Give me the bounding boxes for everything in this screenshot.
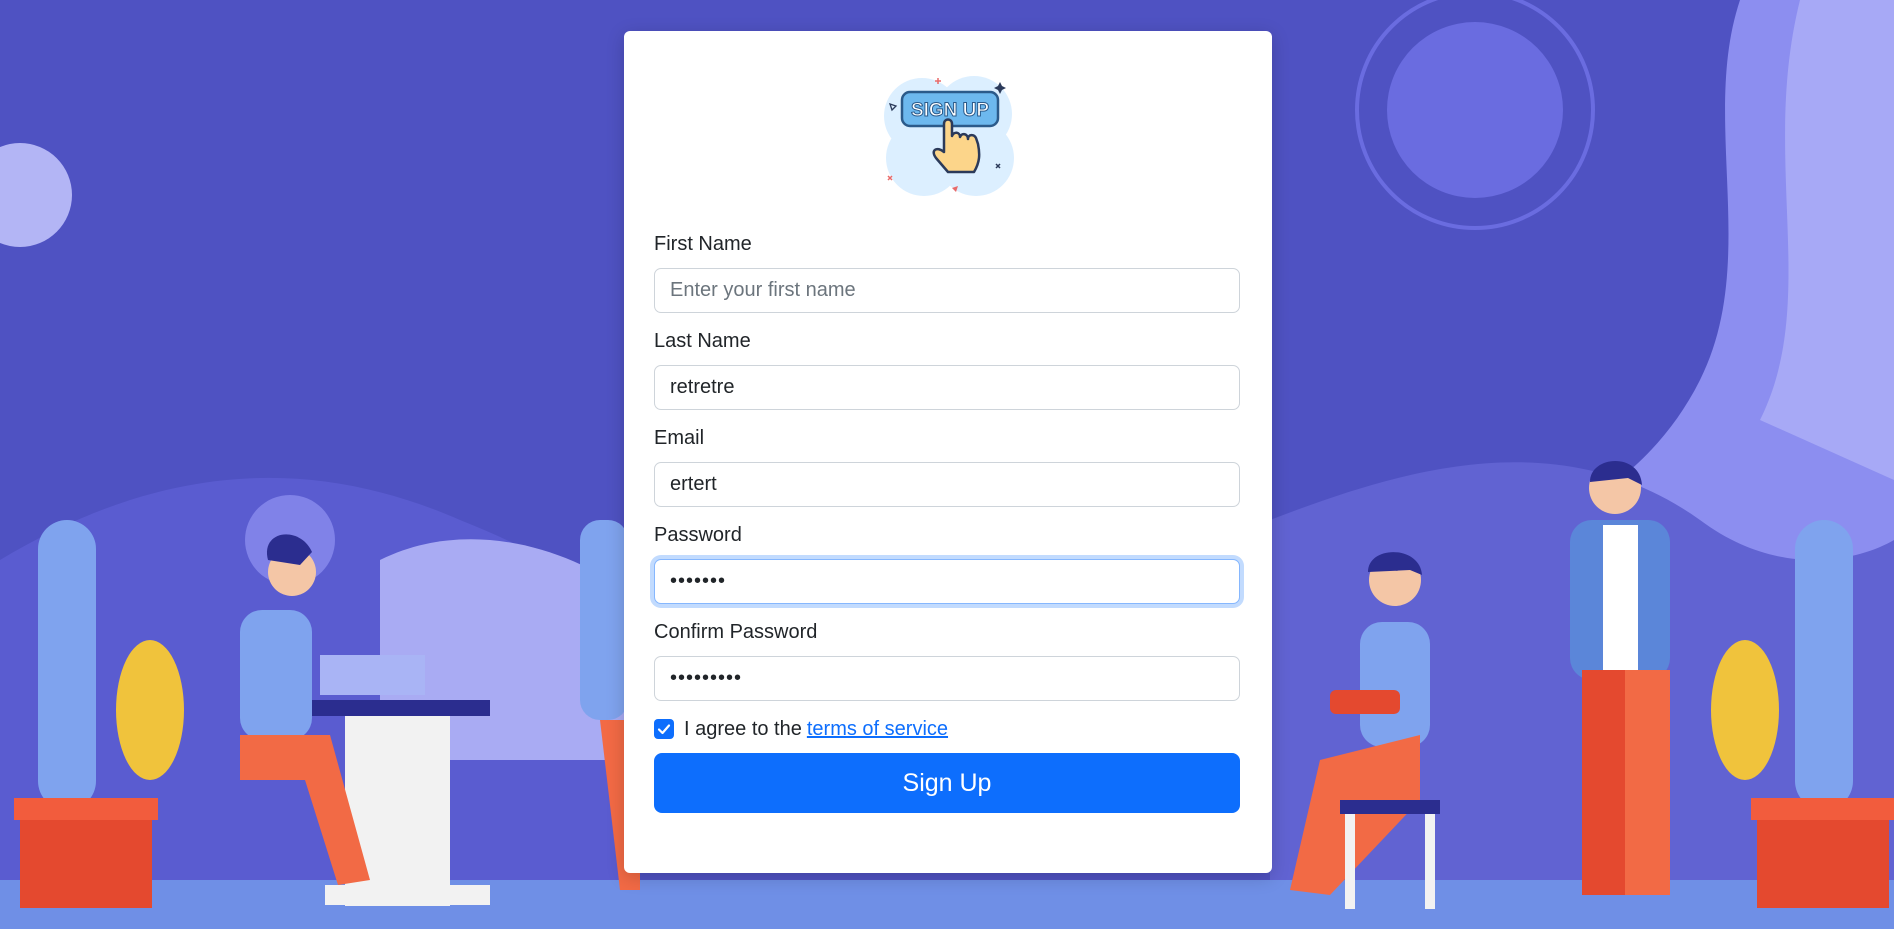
checkmark-icon [657,724,671,735]
password-label: Password [654,524,742,546]
email-label: Email [654,427,705,449]
first-name-label: First Name [654,233,752,255]
first-name-input[interactable] [654,268,1240,313]
terms-row: I agree to the terms of service [654,717,948,741]
confirm-password-label: Confirm Password [654,621,818,643]
password-input[interactable] [654,559,1240,604]
signup-logo-icon: SIGN UP [884,76,1014,196]
confirm-password-input[interactable] [654,656,1240,701]
email-input[interactable] [654,462,1240,507]
last-name-label: Last Name [654,330,751,352]
logo-text: SIGN UP [911,100,989,121]
sign-up-button[interactable]: Sign Up [654,753,1240,813]
signup-card: SIGN UP First Name Last Name Email Passw… [624,31,1272,873]
terms-checkbox[interactable] [654,719,674,739]
last-name-input[interactable] [654,365,1240,410]
terms-text: I agree to the [684,717,802,740]
terms-of-service-link[interactable]: terms of service [807,718,948,741]
